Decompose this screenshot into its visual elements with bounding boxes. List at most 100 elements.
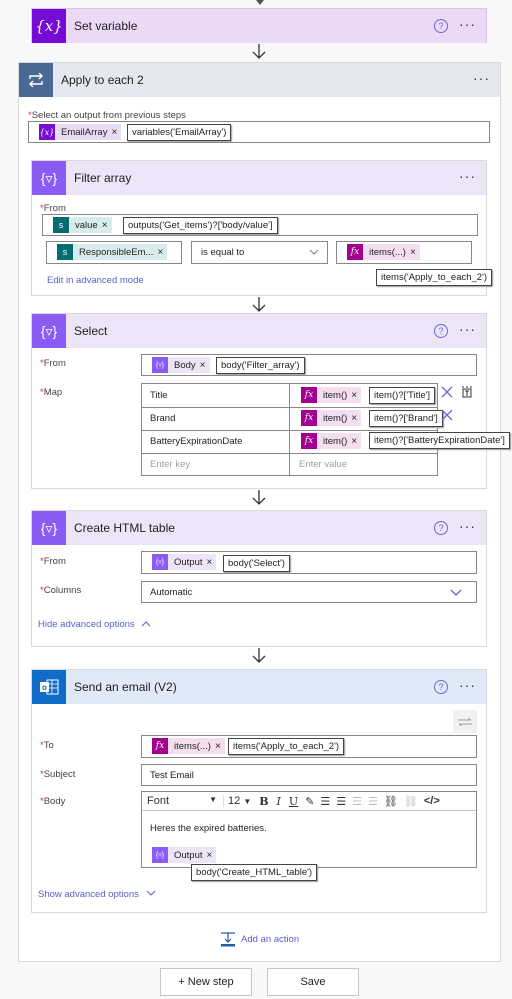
item-token[interactable]: fx item() ×: [301, 433, 362, 449]
from-label: *From: [40, 203, 66, 214]
remove-token-icon[interactable]: ×: [207, 557, 217, 568]
map-key[interactable]: Title: [150, 390, 168, 401]
apply-to-each-header[interactable]: Apply to each 2 ···: [19, 63, 500, 97]
decrease-indent-icon[interactable]: ☰: [349, 795, 365, 808]
create-html-table-title: Create HTML table: [74, 521, 175, 535]
help-icon[interactable]: ?: [434, 521, 448, 535]
output-token[interactable]: {▿} Output ×: [152, 554, 217, 570]
remove-token-icon[interactable]: ×: [351, 413, 361, 424]
expression-icon: fx: [347, 244, 363, 260]
bold-icon[interactable]: B: [255, 795, 272, 808]
select-header[interactable]: {▿} Select ? ···: [32, 314, 486, 348]
swap-icon: [458, 717, 472, 726]
remove-token-icon[interactable]: ×: [410, 247, 420, 258]
connector-arrow: [252, 648, 266, 664]
send-email-title: Send an email (V2): [74, 680, 177, 694]
set-variable-header[interactable]: {x} Set variable ? ···: [32, 9, 486, 43]
map-label: *Map: [40, 387, 63, 398]
highlight-icon[interactable]: ✎: [302, 795, 317, 808]
responsible-employee-token[interactable]: s ResponsibleEm... ×: [57, 244, 168, 260]
more-options-icon[interactable]: ···: [459, 17, 476, 31]
map-key-input[interactable]: Enter key: [150, 459, 190, 470]
italic-icon[interactable]: I: [273, 795, 285, 808]
more-options-icon[interactable]: ···: [473, 71, 490, 85]
connector-arrow: [252, 44, 266, 60]
body-token[interactable]: {▿} Body ×: [152, 357, 210, 373]
help-icon[interactable]: ?: [434, 324, 448, 338]
chevron-down-icon: [309, 247, 319, 259]
set-variable-card[interactable]: {x} Set variable ? ···: [31, 8, 487, 43]
send-email-header[interactable]: o Send an email (V2) ? ···: [32, 670, 486, 704]
underline-icon[interactable]: U: [285, 795, 302, 808]
token-tooltip: body('Filter_array'): [216, 357, 305, 374]
body-text: Heres the expired batteries.: [150, 823, 267, 834]
delete-row-icon[interactable]: [441, 409, 453, 424]
help-icon[interactable]: ?: [434, 19, 448, 33]
chevron-down-icon: [450, 588, 462, 600]
operator-dropdown[interactable]: is equal to: [191, 241, 328, 264]
bulleted-list-icon[interactable]: ☰: [317, 795, 333, 808]
more-options-icon[interactable]: ···: [459, 678, 476, 692]
create-html-table-header[interactable]: {▿} Create HTML table ? ···: [32, 511, 486, 545]
table-from-field[interactable]: {▿} Output ×: [141, 551, 477, 574]
condition-right-field[interactable]: fx items(...) ×: [336, 241, 472, 264]
new-step-button[interactable]: + New step: [160, 968, 252, 996]
remove-token-icon[interactable]: ×: [102, 220, 112, 231]
filter-array-header[interactable]: {▿} Filter array ···: [32, 161, 486, 195]
link-icon[interactable]: ⛓: [381, 795, 401, 808]
unlink-icon[interactable]: ⛓: [401, 795, 421, 808]
item-token[interactable]: fx item() ×: [301, 410, 362, 426]
add-action-link[interactable]: Add an action: [220, 931, 299, 947]
condition-left-field[interactable]: s ResponsibleEm... ×: [46, 241, 182, 264]
increase-indent-icon[interactable]: ☰: [365, 795, 381, 808]
subject-input[interactable]: Test Email: [141, 764, 477, 786]
font-dropdown[interactable]: Font ▼: [142, 795, 224, 807]
svg-text:o: o: [42, 683, 47, 692]
edit-advanced-mode-link[interactable]: Edit in advanced mode: [47, 275, 144, 286]
items-token[interactable]: fx items(...) ×: [152, 738, 225, 754]
sharepoint-icon: s: [53, 217, 69, 233]
save-button[interactable]: Save: [267, 968, 359, 996]
swap-mode-button[interactable]: [453, 710, 477, 733]
remove-token-icon[interactable]: ×: [157, 247, 167, 258]
remove-token-icon[interactable]: ×: [351, 436, 361, 447]
switch-to-text-mode-icon[interactable]: [461, 386, 473, 401]
token-tooltip: item()?['Brand']: [369, 410, 443, 427]
show-advanced-options-link[interactable]: Show advanced options: [38, 889, 156, 900]
columns-dropdown[interactable]: Automatic: [141, 581, 477, 603]
data-operation-icon: {▿}: [152, 847, 168, 863]
map-key[interactable]: Brand: [150, 413, 175, 424]
from-label: *From: [40, 556, 66, 567]
add-action-icon: [221, 932, 235, 947]
remove-token-icon[interactable]: ×: [111, 127, 121, 138]
chevron-up-icon: [141, 621, 151, 627]
map-value-input[interactable]: Enter value: [299, 459, 347, 470]
token-tooltip: body('Create_HTML_table'): [191, 864, 318, 881]
more-options-icon[interactable]: ···: [459, 169, 476, 183]
map-key[interactable]: BatteryExpirationDate: [150, 436, 242, 447]
remove-token-icon[interactable]: ×: [351, 390, 361, 401]
items-token[interactable]: fx items(...) ×: [347, 244, 420, 260]
data-operation-icon: {▿}: [32, 511, 66, 545]
font-size-dropdown[interactable]: 12 ▼: [224, 795, 255, 807]
remove-token-icon[interactable]: ×: [207, 850, 217, 861]
more-options-icon[interactable]: ···: [459, 519, 476, 533]
select-from-field[interactable]: {▿} Body ×: [141, 354, 477, 376]
code-view-icon[interactable]: </>: [421, 795, 443, 807]
output-token[interactable]: {▿} Output ×: [152, 847, 217, 863]
variable-icon: {x}: [32, 9, 66, 43]
delete-row-icon[interactable]: [441, 386, 453, 401]
caret-down-icon: ▼: [243, 797, 252, 806]
body-editor[interactable]: Font ▼ 12 ▼ B I U ✎ ☰ ☰ ☰ ☰ ⛓ ⛓ </> Heres…: [141, 791, 477, 868]
token-tooltip: items('Apply_to_each_2'): [376, 269, 493, 286]
more-options-icon[interactable]: ···: [459, 322, 476, 336]
select-output-field[interactable]: {x} EmailArray ×: [28, 121, 490, 143]
numbered-list-icon[interactable]: ☰: [333, 795, 349, 808]
email-array-token[interactable]: {x} EmailArray ×: [39, 124, 122, 140]
remove-token-icon[interactable]: ×: [215, 741, 225, 752]
hide-advanced-options-link[interactable]: Hide advanced options: [38, 619, 151, 630]
help-icon[interactable]: ?: [434, 680, 448, 694]
value-token[interactable]: s value ×: [53, 217, 112, 233]
remove-token-icon[interactable]: ×: [200, 360, 210, 371]
item-token[interactable]: fx item() ×: [301, 387, 362, 403]
